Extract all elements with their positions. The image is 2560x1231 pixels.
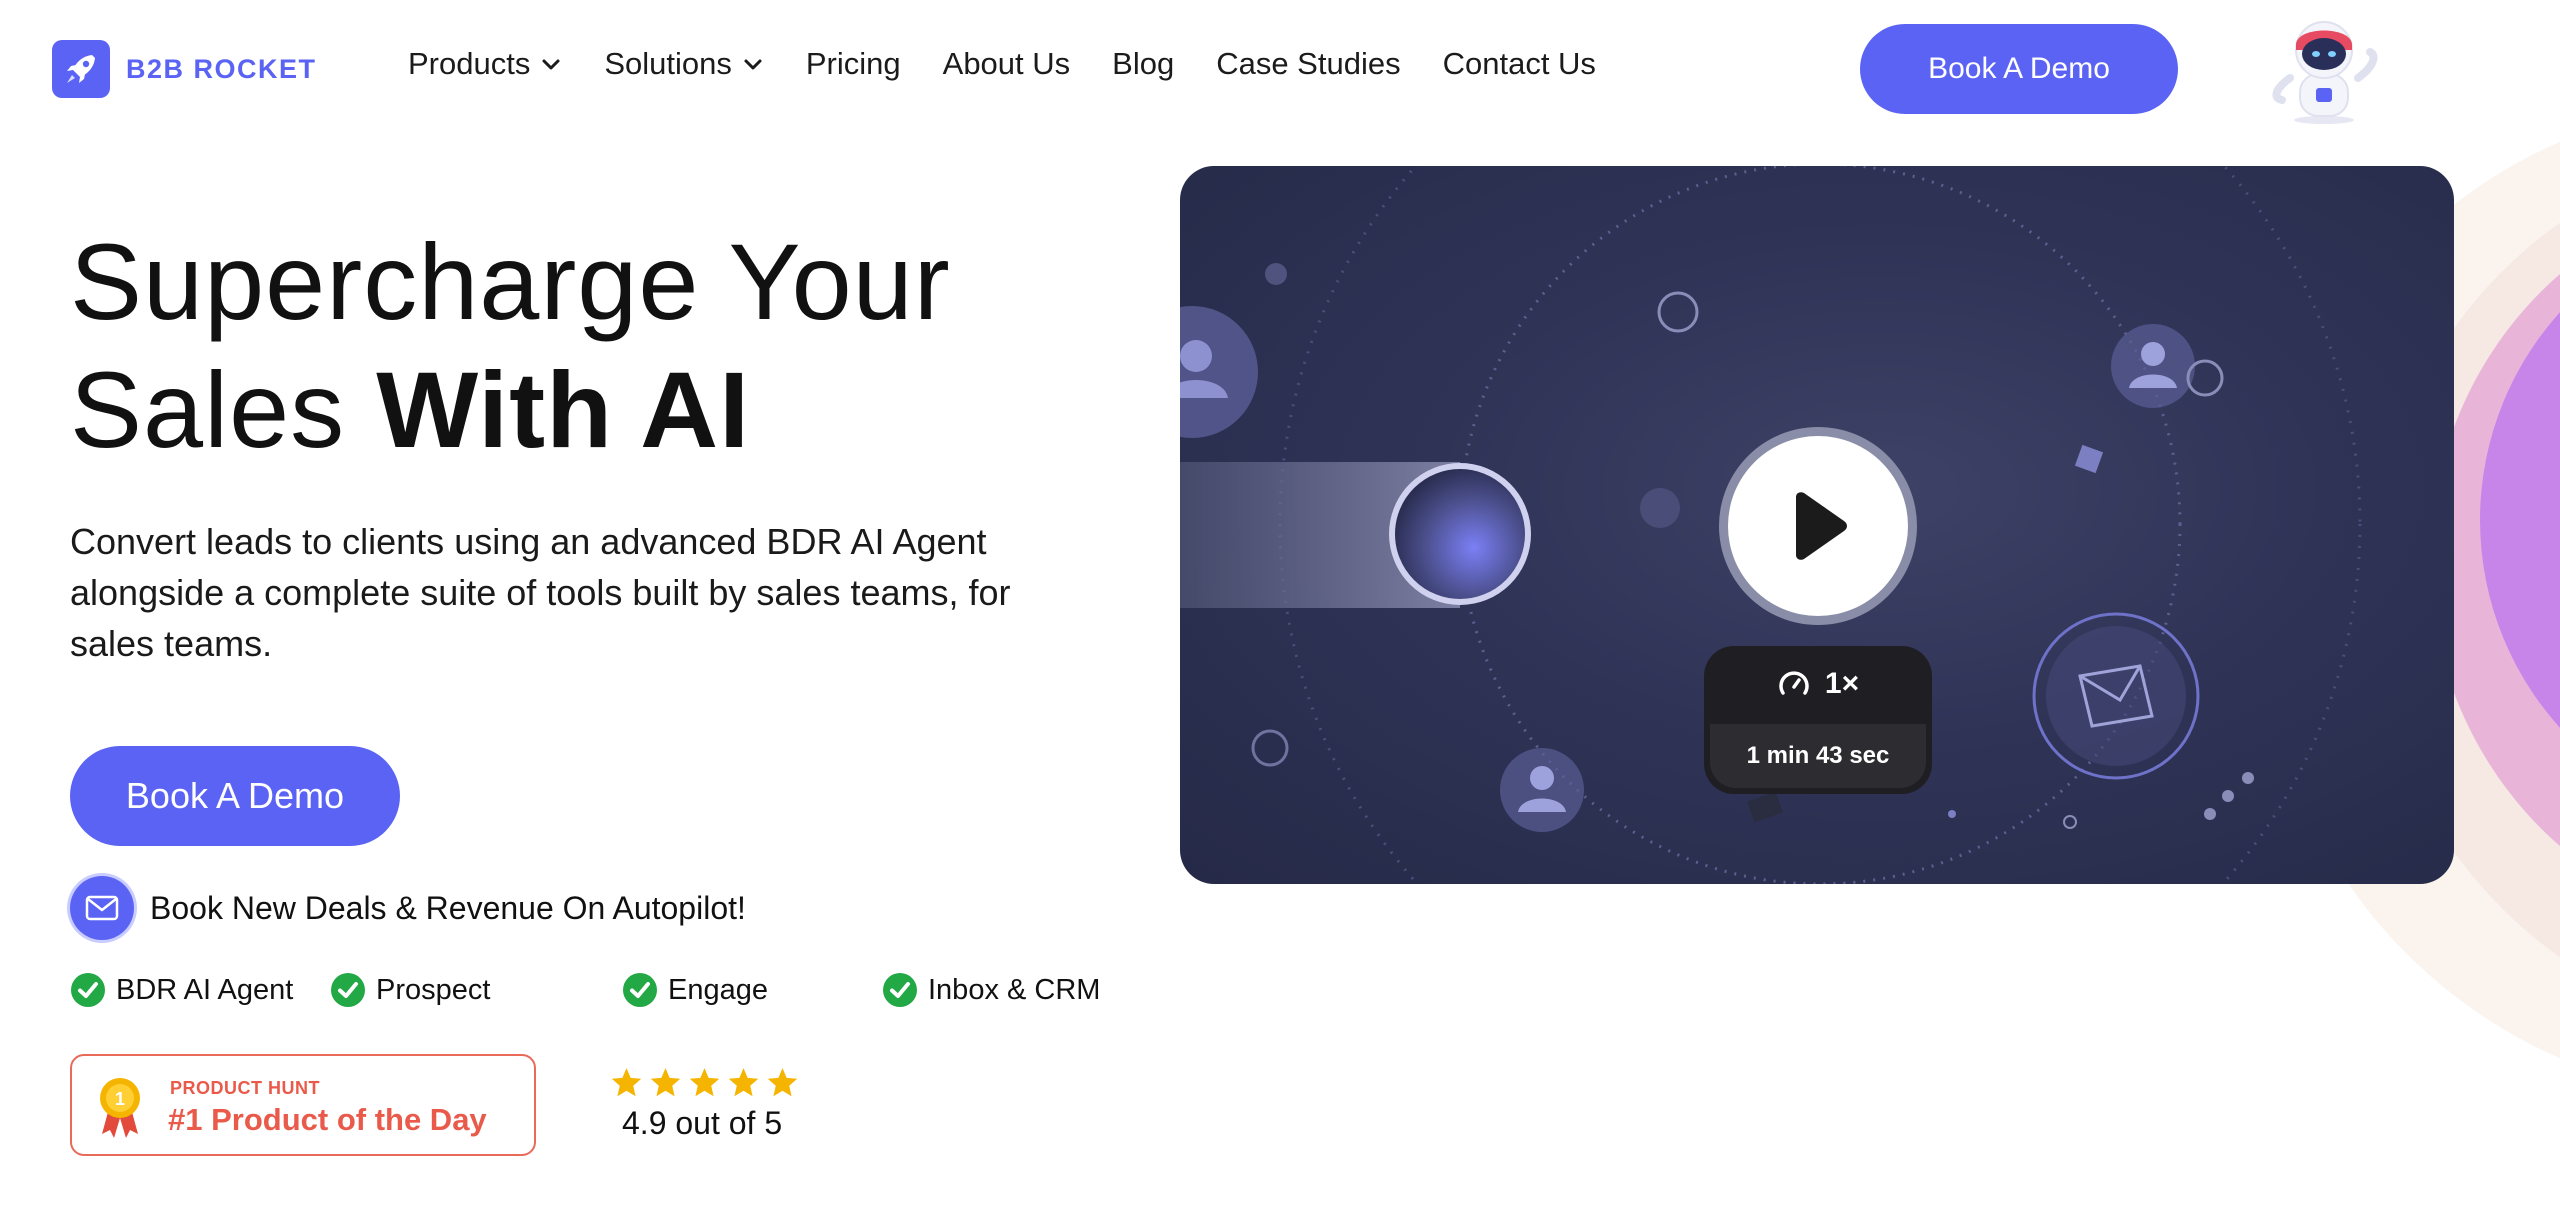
feature-label: BDR AI Agent — [116, 973, 294, 1006]
rocket-icon — [52, 40, 110, 98]
product-hunt-badge[interactable]: 1 PRODUCT HUNT #1 Product of the Day — [70, 1054, 536, 1156]
hero-title-line1: Supercharge Your — [70, 221, 951, 342]
rating-text: 4.9 out of 5 — [622, 1105, 783, 1141]
check-circle-icon — [71, 973, 105, 1007]
video-duration: 1 min 43 sec — [1710, 724, 1926, 788]
feature-item: BDR AI Agent — [70, 972, 293, 1008]
demo-video-player[interactable]: 1× 1 min 43 sec — [1180, 166, 2454, 884]
feature-item: Inbox & CRM — [882, 972, 1100, 1008]
star-icon — [728, 1068, 759, 1097]
nav-label: About Us — [942, 46, 1071, 81]
nav-case-studies[interactable]: Case Studies — [1216, 46, 1400, 82]
robot-assistant-icon[interactable] — [2262, 16, 2386, 126]
brand-name: B2B ROCKET — [126, 53, 317, 84]
nav-products[interactable]: Products — [408, 46, 562, 82]
medal-rank: 1 — [115, 1089, 125, 1109]
header-book-demo-button[interactable]: Book A Demo — [1860, 24, 2178, 114]
nav-blog[interactable]: Blog — [1112, 46, 1174, 82]
check-circle-icon — [331, 973, 365, 1007]
nav-contact-us[interactable]: Contact Us — [1443, 46, 1596, 82]
playback-info-pill: 1× 1 min 43 sec — [1704, 646, 1932, 794]
brand-logo[interactable]: B2B ROCKET — [52, 40, 317, 98]
autopilot-text: Book New Deals & Revenue On Autopilot! — [150, 889, 746, 926]
feature-label: Engage — [668, 973, 768, 1006]
check-circle-icon — [883, 973, 917, 1007]
product-hunt-label: PRODUCT HUNT — [170, 1078, 320, 1098]
check-circle-icon — [623, 973, 657, 1007]
star-rating — [610, 1066, 799, 1099]
rating-block: 4.9 out of 5 — [610, 1066, 799, 1142]
playback-speed-toggle[interactable]: 1× — [1704, 646, 1932, 722]
autopilot-callout: Book New Deals & Revenue On Autopilot! — [70, 876, 746, 940]
site-header: B2B ROCKET Products Solutions Pricing Ab… — [0, 0, 2560, 140]
nav-pricing[interactable]: Pricing — [806, 46, 901, 82]
playback-speed: 1× — [1824, 667, 1860, 700]
main-nav: Products Solutions Pricing About Us Blog… — [408, 46, 1596, 82]
nav-label: Products — [408, 46, 531, 81]
hero-title-line2-light: Sales — [70, 349, 346, 470]
chevron-down-icon — [542, 59, 560, 70]
play-icon — [1796, 492, 1847, 560]
feature-item: Engage — [622, 972, 768, 1008]
star-icon — [689, 1068, 720, 1097]
feature-item: Prospect — [330, 972, 490, 1008]
nav-label: Solutions — [604, 46, 732, 81]
chevron-down-icon — [744, 59, 762, 70]
hero-book-demo-button[interactable]: Book A Demo — [70, 746, 400, 846]
feature-label: Inbox & CRM — [928, 973, 1101, 1006]
speedometer-icon — [1779, 671, 1809, 695]
play-button[interactable] — [1728, 436, 1908, 616]
nav-label: Contact Us — [1442, 46, 1596, 81]
star-icon — [767, 1068, 798, 1097]
nav-solutions[interactable]: Solutions — [604, 46, 764, 82]
nav-about-us[interactable]: About Us — [943, 46, 1071, 82]
nav-label: Case Studies — [1216, 46, 1401, 81]
hero-title-line2-bold: With AI — [376, 349, 751, 470]
product-hunt-title: #1 Product of the Day — [168, 1102, 487, 1137]
nav-label: Pricing — [805, 46, 901, 81]
feature-list: BDR AI Agent Prospect Engage Inbox & CRM — [70, 972, 1130, 1012]
hero-subtitle: Convert leads to clients using an advanc… — [70, 521, 1011, 664]
star-icon — [650, 1068, 681, 1097]
hero-title: Supercharge Your Sales With AI — [70, 218, 951, 474]
nav-label: Blog — [1112, 46, 1175, 81]
feature-label: Prospect — [376, 973, 491, 1006]
envelope-icon — [70, 876, 134, 940]
medal-icon: 1 — [100, 1078, 140, 1138]
star-icon — [611, 1068, 642, 1097]
